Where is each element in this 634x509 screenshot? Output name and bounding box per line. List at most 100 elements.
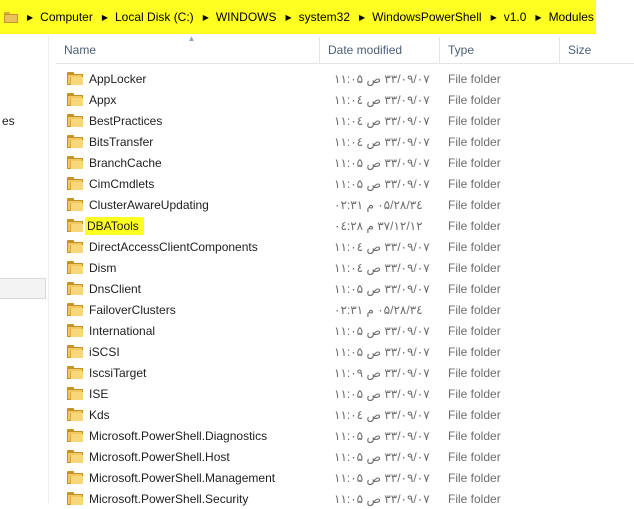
file-row[interactable]: DnsClient ۳۳/۰۹/۰۷ ص ۱۱:۰۵ File folder [56, 278, 634, 299]
file-row[interactable]: BitsTransfer ۳۳/۰۹/۰۷ ص ۱۱:۰٤ File folder [56, 131, 634, 152]
breadcrumb-segment[interactable]: Computer [40, 10, 93, 24]
column-header-name[interactable]: ▲ Name [56, 35, 320, 63]
file-row[interactable]: Microsoft.PowerShell.Host ۳۳/۰۹/۰۷ ص ۱۱:۰… [56, 446, 634, 467]
file-name-cell[interactable]: BestPractices [56, 114, 320, 128]
column-header-size[interactable]: Size [560, 37, 634, 63]
file-type: File folder [448, 197, 501, 212]
breadcrumb-separator-icon[interactable]: ▶ [491, 13, 497, 22]
file-name-cell[interactable]: iSCSI [56, 345, 320, 359]
column-header-date[interactable]: Date modified [320, 37, 440, 63]
folder-icon [67, 261, 83, 274]
file-name-cell[interactable]: ClusterAwareUpdating [56, 198, 320, 212]
folder-icon [67, 303, 83, 316]
file-name-cell[interactable]: BranchCache [56, 156, 320, 170]
nav-pane-selected-item[interactable] [0, 278, 46, 299]
folder-icon [67, 450, 83, 463]
file-name-cell[interactable]: Microsoft.PowerShell.Security [56, 492, 320, 506]
file-row[interactable]: Microsoft.PowerShell.Security ۳۳/۰۹/۰۷ ص … [56, 488, 634, 509]
breadcrumb-segment[interactable]: Local Disk (C:) [115, 10, 194, 24]
file-name-cell[interactable]: CimCmdlets [56, 177, 320, 191]
file-name-cell[interactable]: Appx [56, 93, 320, 107]
file-name-cell[interactable]: Microsoft.PowerShell.Host [56, 450, 320, 464]
file-row[interactable]: Microsoft.PowerShell.Management ۳۳/۰۹/۰۷ … [56, 467, 634, 488]
folder-icon [67, 345, 83, 358]
file-name-cell[interactable]: BitsTransfer [56, 135, 320, 149]
file-row[interactable]: AppLocker ۳۳/۰۹/۰۷ ص ۱۱:۰۵ File folder [56, 68, 634, 89]
file-name-cell[interactable]: International [56, 324, 320, 338]
column-header-size-label: Size [568, 43, 592, 57]
file-name-cell[interactable]: IscsiTarget [56, 366, 320, 380]
breadcrumb-separator-icon[interactable]: ▶ [535, 13, 541, 22]
column-header-type[interactable]: Type [440, 37, 560, 63]
file-type: File folder [448, 386, 501, 401]
file-row[interactable]: CimCmdlets ۳۳/۰۹/۰۷ ص ۱۱:۰۵ File folder [56, 173, 634, 194]
file-type: File folder [448, 92, 501, 107]
file-name-cell[interactable]: Microsoft.PowerShell.Diagnostics [56, 429, 320, 443]
file-type: File folder [448, 470, 501, 485]
breadcrumb-separator-icon[interactable]: ▶ [27, 13, 33, 22]
file-name-cell[interactable]: DnsClient [56, 282, 320, 296]
file-row[interactable]: FailoverClusters ۳٤/۰۵/۲۸ م ۰۲:۳۱ File fol… [56, 299, 634, 320]
file-row[interactable]: ClusterAwareUpdating ۳٤/۰۵/۲۸ م ۰۲:۳۱ File… [56, 194, 634, 215]
breadcrumb-segment[interactable]: v1.0 [504, 10, 527, 24]
file-row[interactable]: International ۳۳/۰۹/۰۷ ص ۱۱:۰۵ File folder [56, 320, 634, 341]
date-modified: ۳۳/۰۹/۰۷ ص ۱۱:۰٤ [334, 134, 430, 149]
file-row[interactable]: DirectAccessClientComponents ۳۳/۰۹/۰۷ ص ۱… [56, 236, 634, 257]
file-row[interactable]: IscsiTarget ۳۳/۰۹/۰۷ ص ۱۱:۰۹ File folder [56, 362, 634, 383]
breadcrumb-segment[interactable]: WindowsPowerShell [372, 10, 481, 24]
file-name-cell[interactable]: AppLocker [56, 72, 320, 86]
file-name: DnsClient [89, 281, 142, 296]
nav-pane-item-label[interactable]: es [2, 114, 15, 128]
file-row[interactable]: Dism ۳۳/۰۹/۰۷ ص ۱۱:۰٤ File folder [56, 257, 634, 278]
date-modified: ۳۳/۰۹/۰۷ ص ۱۱:۰۵ [334, 344, 430, 359]
file-name: Dism [89, 260, 117, 275]
file-name: AppLocker [89, 71, 147, 86]
file-row[interactable]: DBATools ۳۷/۱۲/۱۲ م ۰٤:۲۸ File folder [56, 215, 634, 236]
breadcrumb-separator-icon[interactable]: ▶ [102, 13, 108, 22]
breadcrumb: ▶ Computer ▶ Local Disk (C:) ▶ WINDOWS ▶ system… [18, 10, 594, 24]
file-type: File folder [448, 134, 501, 149]
folder-icon [67, 492, 83, 505]
file-type: File folder [448, 323, 501, 338]
file-row[interactable]: iSCSI ۳۳/۰۹/۰۷ ص ۱۱:۰۵ File folder [56, 341, 634, 362]
file-type: File folder [448, 218, 501, 233]
column-header-row: ▲ Name Date modified Type Size [56, 35, 634, 64]
folder-icon [67, 114, 83, 127]
file-name-cell[interactable]: FailoverClusters [56, 303, 320, 317]
file-type: File folder [448, 113, 501, 128]
file-name-cell[interactable]: Dism [56, 261, 320, 275]
file-name-cell[interactable]: ISE [56, 387, 320, 401]
file-type: File folder [448, 407, 501, 422]
file-type: File folder [448, 260, 501, 275]
file-name-cell[interactable]: DirectAccessClientComponents [56, 240, 320, 254]
file-name-cell[interactable]: Microsoft.PowerShell.Management [56, 471, 320, 485]
file-row[interactable]: Microsoft.PowerShell.Diagnostics ۳۳/۰۹/۰۷… [56, 425, 634, 446]
date-modified: ۳۳/۰۹/۰۷ ص ۱۱:۰۵ [334, 281, 430, 296]
nav-pane-divider[interactable] [48, 36, 49, 503]
breadcrumb-separator-icon[interactable]: ▶ [286, 13, 292, 22]
breadcrumb-separator-icon[interactable]: ▶ [359, 13, 365, 22]
breadcrumb-separator-icon[interactable]: ▶ [203, 13, 209, 22]
file-name: Microsoft.PowerShell.Diagnostics [89, 428, 268, 443]
file-name: ISE [89, 386, 109, 401]
file-row[interactable]: BestPractices ۳۳/۰۹/۰۷ ص ۱۱:۰٤ File folder [56, 110, 634, 131]
date-modified: ۳۳/۰۹/۰۷ ص ۱۱:۰٤ [334, 260, 430, 275]
file-row[interactable]: Appx ۳۳/۰۹/۰۷ ص ۱۱:۰٤ File folder [56, 89, 634, 110]
file-type: File folder [448, 449, 501, 464]
breadcrumb-segment[interactable]: Modules [549, 10, 594, 24]
address-bar[interactable]: ▶ Computer ▶ Local Disk (C:) ▶ WINDOWS ▶ system… [0, 0, 596, 34]
file-name-cell[interactable]: DBATools [56, 216, 320, 235]
file-row[interactable]: BranchCache ۳۳/۰۹/۰۷ ص ۱۱:۰۵ File folder [56, 152, 634, 173]
file-row[interactable]: Kds ۳۳/۰۹/۰۷ ص ۱۱:۰٤ File folder [56, 404, 634, 425]
file-type: File folder [448, 428, 501, 443]
file-name-cell[interactable]: Kds [56, 408, 320, 422]
folder-icon [67, 219, 83, 232]
breadcrumb-segment[interactable]: WINDOWS [216, 10, 277, 24]
file-row[interactable]: ISE ۳۳/۰۹/۰۷ ص ۱۱:۰۵ File folder [56, 383, 634, 404]
file-type: File folder [448, 281, 501, 296]
date-modified: ۳٤/۰۵/۲۸ م ۰۲:۳۱ [334, 302, 423, 317]
file-name: Appx [89, 92, 117, 107]
folder-icon [67, 324, 83, 337]
date-modified: ۳۳/۰۹/۰۷ ص ۱۱:۰۵ [334, 176, 430, 191]
breadcrumb-segment[interactable]: system32 [299, 10, 350, 24]
